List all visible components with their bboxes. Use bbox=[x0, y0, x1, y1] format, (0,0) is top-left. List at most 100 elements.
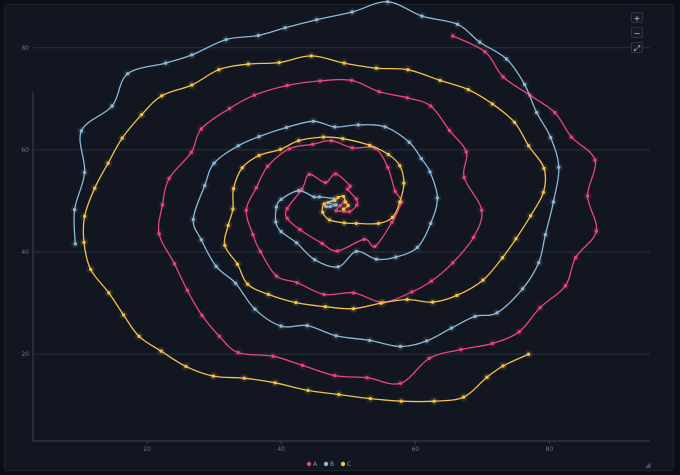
data-point[interactable] bbox=[594, 229, 598, 233]
data-point[interactable] bbox=[512, 120, 517, 125]
data-point[interactable] bbox=[252, 93, 256, 97]
data-point[interactable] bbox=[368, 143, 372, 147]
data-point[interactable] bbox=[217, 334, 222, 338]
data-point[interactable] bbox=[455, 293, 459, 298]
data-point[interactable] bbox=[160, 203, 165, 207]
data-point[interactable] bbox=[593, 158, 597, 162]
data-point[interactable] bbox=[226, 223, 230, 228]
data-point[interactable] bbox=[428, 170, 432, 174]
data-point[interactable] bbox=[398, 164, 402, 168]
data-point[interactable] bbox=[323, 305, 328, 309]
data-point[interactable] bbox=[334, 209, 338, 213]
data-point[interactable] bbox=[501, 75, 505, 79]
data-point[interactable] bbox=[356, 123, 360, 127]
data-point[interactable] bbox=[203, 183, 207, 188]
data-point[interactable] bbox=[190, 53, 194, 57]
data-point[interactable] bbox=[398, 200, 402, 204]
data-point[interactable] bbox=[346, 203, 350, 208]
data-point[interactable] bbox=[449, 326, 454, 330]
data-point[interactable] bbox=[311, 119, 315, 124]
data-point[interactable] bbox=[406, 68, 410, 72]
data-point[interactable] bbox=[296, 189, 301, 193]
data-point[interactable] bbox=[106, 161, 110, 165]
data-point[interactable] bbox=[337, 392, 341, 397]
data-point[interactable] bbox=[481, 278, 485, 282]
data-point[interactable] bbox=[379, 301, 383, 305]
data-point[interactable] bbox=[79, 129, 84, 133]
data-point[interactable] bbox=[438, 78, 442, 83]
data-point[interactable] bbox=[244, 208, 248, 212]
data-point[interactable] bbox=[306, 388, 310, 393]
legend[interactable]: A B C bbox=[306, 461, 351, 468]
data-point[interactable] bbox=[405, 96, 409, 100]
data-point[interactable] bbox=[419, 156, 423, 161]
data-point[interactable] bbox=[214, 264, 218, 268]
data-point[interactable] bbox=[543, 233, 548, 237]
data-point[interactable] bbox=[466, 87, 470, 92]
data-point[interactable] bbox=[236, 144, 240, 148]
data-point[interactable] bbox=[557, 165, 561, 169]
data-point[interactable] bbox=[240, 166, 244, 170]
data-point[interactable] bbox=[415, 245, 419, 250]
data-point[interactable] bbox=[447, 128, 452, 133]
data-point[interactable] bbox=[355, 203, 359, 207]
data-point[interactable] bbox=[336, 265, 340, 269]
data-point[interactable] bbox=[420, 14, 424, 18]
data-point[interactable] bbox=[72, 207, 77, 212]
data-point[interactable] bbox=[294, 241, 299, 245]
data-point[interactable] bbox=[541, 190, 546, 194]
data-point[interactable] bbox=[274, 205, 279, 209]
data-point[interactable] bbox=[274, 220, 278, 224]
data-point[interactable] bbox=[526, 352, 531, 356]
data-point[interactable] bbox=[377, 90, 381, 94]
data-point[interactable] bbox=[160, 94, 164, 98]
data-point[interactable] bbox=[501, 364, 505, 368]
zoom-out-button[interactable]: − bbox=[631, 27, 643, 38]
data-point[interactable] bbox=[386, 165, 390, 169]
data-point[interactable] bbox=[478, 40, 482, 44]
data-point[interactable] bbox=[298, 227, 302, 232]
data-point[interactable] bbox=[277, 60, 281, 65]
data-point[interactable] bbox=[386, 0, 390, 4]
data-point[interactable] bbox=[342, 61, 346, 65]
data-point[interactable] bbox=[285, 83, 289, 88]
data-point[interactable] bbox=[294, 300, 298, 305]
data-point[interactable] bbox=[254, 186, 258, 190]
data-point[interactable] bbox=[585, 194, 590, 198]
data-point[interactable] bbox=[341, 137, 345, 141]
data-point[interactable] bbox=[120, 136, 124, 140]
data-point[interactable] bbox=[327, 218, 332, 222]
data-point[interactable] bbox=[313, 258, 317, 262]
data-point[interactable] bbox=[429, 221, 433, 226]
data-point[interactable] bbox=[335, 249, 340, 253]
data-point[interactable] bbox=[242, 376, 246, 380]
data-point[interactable] bbox=[528, 214, 533, 218]
data-point[interactable] bbox=[256, 33, 260, 38]
data-point[interactable] bbox=[236, 350, 240, 355]
data-point[interactable] bbox=[184, 364, 188, 369]
data-point[interactable] bbox=[376, 221, 381, 226]
data-point[interactable] bbox=[451, 261, 455, 265]
data-point[interactable] bbox=[405, 297, 409, 302]
data-point[interactable] bbox=[569, 135, 574, 139]
data-point[interactable] bbox=[322, 292, 326, 297]
data-point[interactable] bbox=[189, 150, 193, 155]
data-point[interactable] bbox=[300, 363, 305, 368]
legend-item-a[interactable]: A bbox=[306, 461, 318, 468]
data-point[interactable] bbox=[362, 237, 366, 241]
data-point[interactable] bbox=[500, 256, 505, 260]
data-point[interactable] bbox=[164, 61, 168, 65]
data-point[interactable] bbox=[212, 161, 216, 165]
data-point[interactable] bbox=[266, 292, 271, 297]
data-point[interactable] bbox=[522, 82, 527, 87]
data-point[interactable] bbox=[393, 189, 397, 193]
data-point[interactable] bbox=[257, 153, 261, 158]
data-point[interactable] bbox=[279, 197, 283, 202]
data-point[interactable] bbox=[266, 164, 270, 168]
data-point[interactable] bbox=[341, 194, 346, 199]
data-point[interactable] bbox=[462, 175, 466, 180]
data-point[interactable] bbox=[459, 347, 463, 352]
data-point[interactable] bbox=[374, 66, 379, 70]
data-point[interactable] bbox=[258, 249, 263, 254]
data-point[interactable] bbox=[82, 170, 87, 175]
